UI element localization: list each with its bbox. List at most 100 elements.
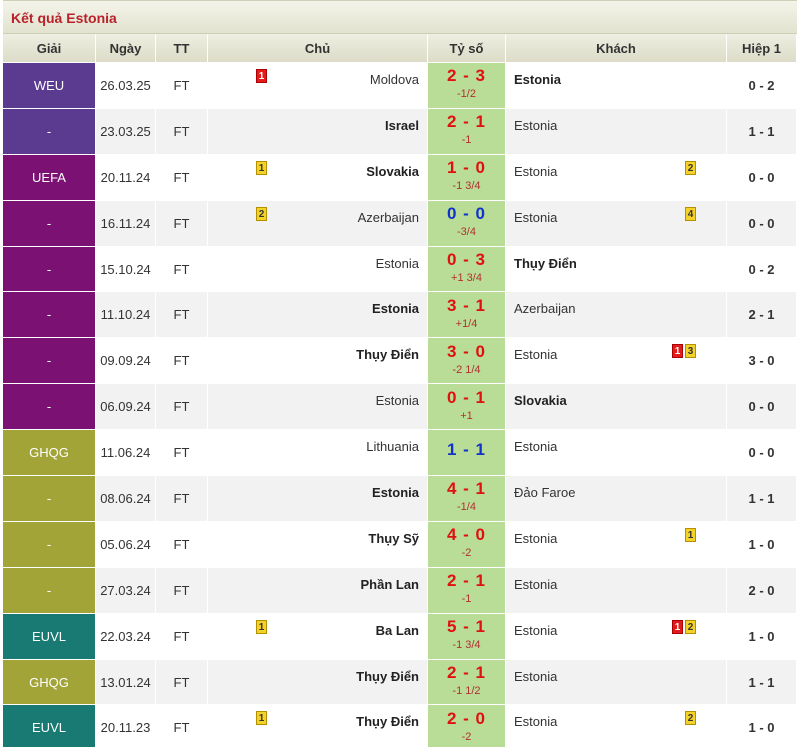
match-row[interactable]: -16.11.24 FT 2 Azerbaijan 0 - 0 -3/4 Estonia 4 0… [3,200,797,247]
score-cell[interactable]: 1 - 0 -1 3/4 [428,154,506,201]
away-team-name[interactable]: Estonia [514,531,557,546]
score-value[interactable]: 2 - 0 [428,709,505,729]
league-cell[interactable]: - [3,246,96,293]
score-cell[interactable]: 0 - 3 +1 3/4 [428,246,506,293]
home-team-name[interactable]: Phần Lan [360,577,419,592]
match-row[interactable]: -11.10.24 FT Estonia 3 - 1 +1/4 Azerbaijan 2 -… [3,292,797,339]
away-team-cell[interactable]: Estonia [506,63,727,109]
away-team-cell[interactable]: Azerbaijan [506,292,727,339]
score-cell[interactable]: 4 - 0 -2 [428,521,506,568]
score-value[interactable]: 2 - 1 [428,663,505,683]
away-team-name[interactable]: Azerbaijan [514,301,575,316]
home-team-name[interactable]: Lithuania [366,439,419,454]
home-team-name[interactable]: Ba Lan [376,623,419,638]
away-team-name[interactable]: Slovakia [514,393,567,408]
league-cell[interactable]: GHQG [3,659,96,706]
league-cell[interactable]: EUVL [3,613,96,660]
away-team-name[interactable]: Estonia [514,347,557,362]
home-team-name[interactable]: Thụy Sỹ [368,531,419,546]
away-team-cell[interactable]: Đảo Faroe [506,476,727,522]
away-team-cell[interactable]: Estonia 1 3 [506,338,727,385]
away-team-cell[interactable]: Estonia 2 [506,705,727,747]
league-cell[interactable]: - [3,338,96,385]
home-team-cell[interactable]: 1 Slovakia [208,154,428,201]
score-value[interactable]: 2 - 1 [428,571,505,591]
score-cell[interactable]: 2 - 1 -1 1/2 [428,659,506,706]
away-team-name[interactable]: Thụy Điển [514,256,577,271]
league-cell[interactable]: - [3,384,96,431]
match-row[interactable]: WEU 26.03.25 FT 1 Moldova 2 - 3 -1/2 Estonia 0 -… [3,63,797,109]
home-team-cell[interactable]: Thụy Điển [208,338,428,385]
match-row[interactable]: -05.06.24 FT Thụy Sỹ 4 - 0 -2 Estonia 1 1 - 0 [3,521,797,568]
home-team-cell[interactable]: Thụy Điển [208,659,428,706]
home-team-cell[interactable]: 1 Thụy Điển [208,705,428,747]
away-team-name[interactable]: Estonia [514,577,557,592]
home-team-cell[interactable]: Estonia [208,292,428,339]
score-cell[interactable]: 5 - 1 -1 3/4 [428,613,506,660]
home-team-cell[interactable]: Israel [208,108,428,155]
home-team-cell[interactable]: 2 Azerbaijan [208,200,428,247]
home-team-cell[interactable]: Thụy Sỹ [208,521,428,568]
score-value[interactable]: 0 - 0 [428,204,505,224]
match-row[interactable]: GHQG 13.01.24 FT Thụy Điển 2 - 1 -1 1/2 Estoni… [3,659,797,706]
score-value[interactable]: 3 - 0 [428,342,505,362]
league-cell[interactable]: - [3,108,96,155]
league-cell[interactable]: - [3,200,96,247]
league-cell[interactable]: WEU [3,63,96,109]
match-row[interactable]: EUVL 22.03.24 FT 1 Ba Lan 5 - 1 -1 3/4 Estonia 1… [3,613,797,660]
away-team-cell[interactable]: Estonia [506,430,727,477]
home-team-name[interactable]: Moldova [370,72,419,87]
match-row[interactable]: GHQG 11.06.24 FT Lithuania 1 - 1 Estonia 0 - 0 [3,430,797,477]
away-team-name[interactable]: Estonia [514,72,561,87]
score-cell[interactable]: 1 - 1 [428,430,506,477]
league-cell[interactable]: UEFA [3,154,96,201]
away-team-cell[interactable]: Thụy Điển [506,246,727,293]
match-row[interactable]: -15.10.24 FT Estonia 0 - 3 +1 3/4 Thụy Điển 0 … [3,246,797,293]
score-cell[interactable]: 2 - 0 -2 [428,705,506,747]
away-team-name[interactable]: Estonia [514,118,557,133]
score-cell[interactable]: 4 - 1 -1/4 [428,476,506,522]
match-row[interactable]: UEFA 20.11.24 FT 1 Slovakia 1 - 0 -1 3/4 Estoni… [3,154,797,201]
away-team-cell[interactable]: Estonia [506,567,727,614]
score-value[interactable]: 1 - 1 [428,440,505,460]
league-cell[interactable]: - [3,521,96,568]
score-cell[interactable]: 0 - 1 +1 [428,384,506,431]
score-value[interactable]: 4 - 1 [428,479,505,499]
score-value[interactable]: 0 - 3 [428,250,505,270]
home-team-name[interactable]: Israel [385,118,419,133]
league-cell[interactable]: GHQG [3,430,96,477]
score-cell[interactable]: 3 - 0 -2 1/4 [428,338,506,385]
home-team-cell[interactable]: Estonia [208,476,428,522]
home-team-name[interactable]: Thụy Điển [356,669,419,684]
away-team-cell[interactable]: Estonia [506,108,727,155]
away-team-name[interactable]: Đảo Faroe [514,485,575,500]
score-value[interactable]: 2 - 1 [428,112,505,132]
score-cell[interactable]: 2 - 3 -1/2 [428,63,506,109]
score-cell[interactable]: 2 - 1 -1 [428,567,506,614]
home-team-name[interactable]: Thụy Điển [356,347,419,362]
score-value[interactable]: 0 - 1 [428,388,505,408]
score-cell[interactable]: 3 - 1 +1/4 [428,292,506,339]
home-team-name[interactable]: Estonia [376,256,419,271]
league-cell[interactable]: - [3,292,96,339]
match-row[interactable]: -06.09.24 FT Estonia 0 - 1 +1 Slovakia 0 - 0 [3,384,797,431]
away-team-name[interactable]: Estonia [514,714,557,729]
away-team-name[interactable]: Estonia [514,439,557,454]
home-team-cell[interactable]: 1 Ba Lan [208,613,428,660]
home-team-cell[interactable]: 1 Moldova [208,63,428,109]
away-team-cell[interactable]: Estonia 1 2 [506,613,727,660]
away-team-cell[interactable]: Estonia 4 [506,200,727,247]
away-team-cell[interactable]: Slovakia [506,384,727,431]
match-row[interactable]: -09.09.24 FT Thụy Điển 3 - 0 -2 1/4 Estonia 1 3… [3,338,797,385]
home-team-name[interactable]: Estonia [372,485,419,500]
league-cell[interactable]: - [3,567,96,614]
away-team-name[interactable]: Estonia [514,623,557,638]
league-cell[interactable]: - [3,476,96,522]
match-row[interactable]: -08.06.24 FT Estonia 4 - 1 -1/4 Đảo Faroe 1 - … [3,476,797,522]
home-team-name[interactable]: Azerbaijan [358,210,419,225]
score-value[interactable]: 4 - 0 [428,525,505,545]
home-team-name[interactable]: Thụy Điển [356,714,419,729]
home-team-name[interactable]: Slovakia [366,164,419,179]
away-team-name[interactable]: Estonia [514,210,557,225]
away-team-cell[interactable]: Estonia [506,659,727,706]
